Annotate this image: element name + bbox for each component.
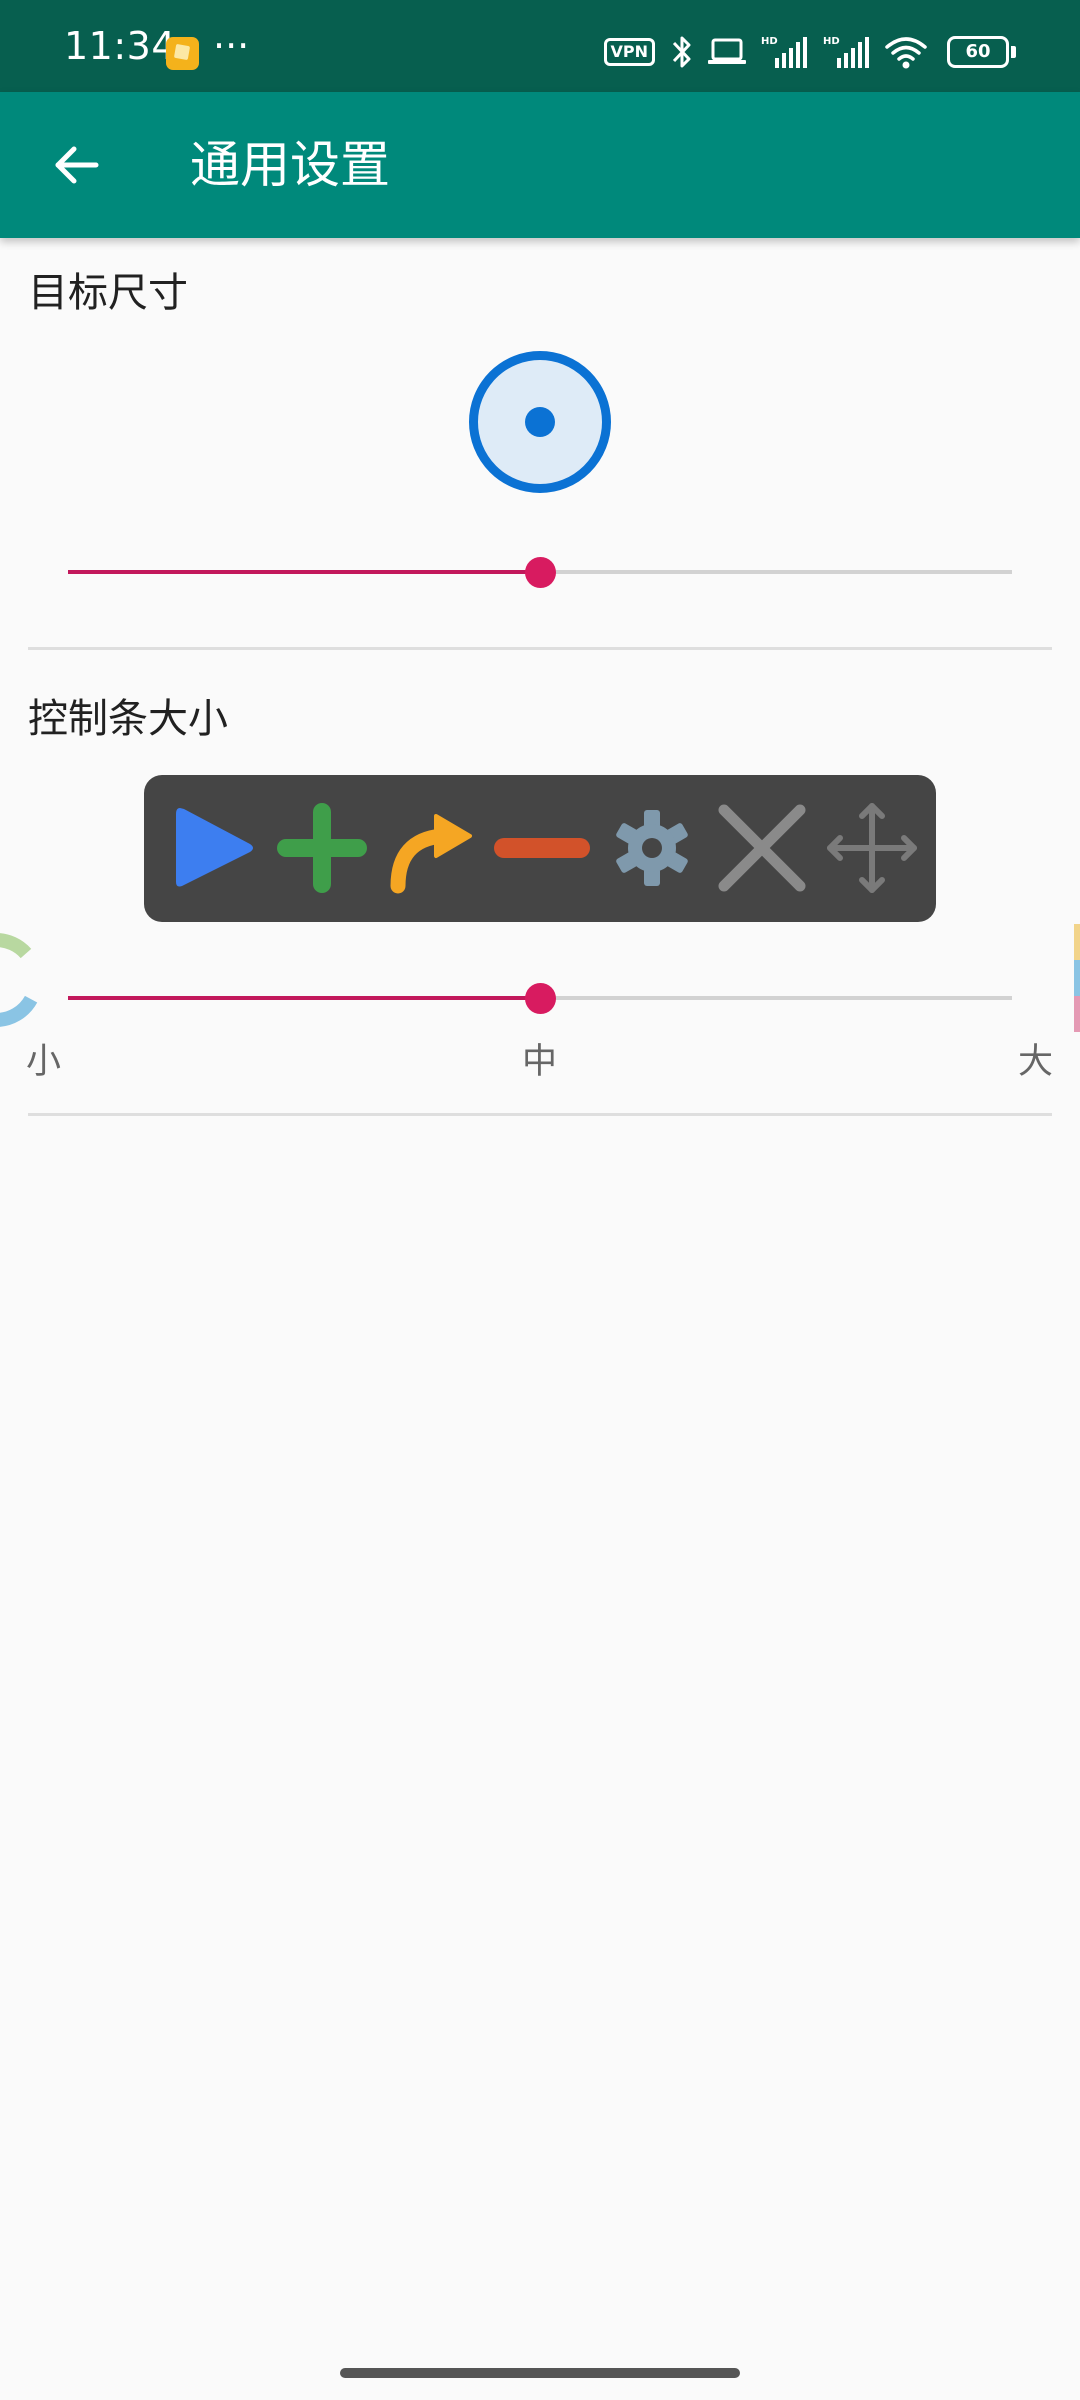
scale-label-large: 大 xyxy=(1018,1042,1054,1082)
slider-thumb[interactable] xyxy=(525,983,556,1014)
toolbar-size-title: 控制条大小 xyxy=(28,696,228,742)
home-indicator[interactable] xyxy=(340,2368,740,2378)
app-bar: 通用设置 xyxy=(0,92,1080,238)
laptop-icon xyxy=(708,38,746,64)
page-title: 通用设置 xyxy=(190,136,390,194)
more-notifications-icon: ··· xyxy=(213,24,250,68)
target-center-dot xyxy=(525,407,555,437)
arrow-back-icon xyxy=(55,146,99,184)
scale-label-medium: 中 xyxy=(522,1042,558,1082)
target-preview xyxy=(469,351,611,493)
svg-text:HD: HD xyxy=(823,36,840,47)
back-button[interactable] xyxy=(38,127,114,203)
status-bar: 11:34 ··· VPN HD HD 60 xyxy=(0,0,1080,92)
status-time: 11:34 xyxy=(64,24,177,68)
move-icon xyxy=(827,803,917,893)
bluetooth-icon xyxy=(672,36,691,68)
redo-arrow-icon xyxy=(390,814,472,894)
plus-icon xyxy=(277,803,367,893)
play-icon xyxy=(176,808,253,887)
vpn-icon: VPN xyxy=(603,38,655,66)
slider-thumb[interactable] xyxy=(525,557,556,588)
slider-active-track xyxy=(68,570,540,574)
floating-ball-icon[interactable] xyxy=(0,928,48,1032)
toolbar-size-slider[interactable] xyxy=(68,976,1012,1020)
edge-handle-blue[interactable] xyxy=(1074,960,1080,996)
svg-text:HD: HD xyxy=(761,36,778,47)
edge-handle-pink[interactable] xyxy=(1074,996,1080,1032)
app-notification-icon xyxy=(166,37,199,70)
close-icon xyxy=(718,804,806,892)
battery-tip xyxy=(1011,46,1016,58)
section-divider xyxy=(28,1113,1052,1116)
target-size-title: 目标尺寸 xyxy=(28,270,188,316)
wifi-icon xyxy=(885,37,927,69)
settings-gear-icon xyxy=(616,810,688,886)
edge-handle-yellow[interactable] xyxy=(1074,924,1080,960)
battery-icon: 60 xyxy=(947,36,1016,68)
scale-label-small: 小 xyxy=(26,1042,62,1082)
target-size-slider[interactable] xyxy=(68,550,1012,594)
toolbar-preview xyxy=(144,775,936,922)
status-icons: VPN HD HD 60 xyxy=(603,30,1016,74)
minus-icon xyxy=(494,838,590,858)
slider-active-track xyxy=(68,996,540,1000)
section-divider xyxy=(28,647,1052,650)
battery-level: 60 xyxy=(947,36,1009,68)
hd-signal-icon: HD xyxy=(823,36,869,68)
hd-signal-icon: HD xyxy=(761,36,807,68)
